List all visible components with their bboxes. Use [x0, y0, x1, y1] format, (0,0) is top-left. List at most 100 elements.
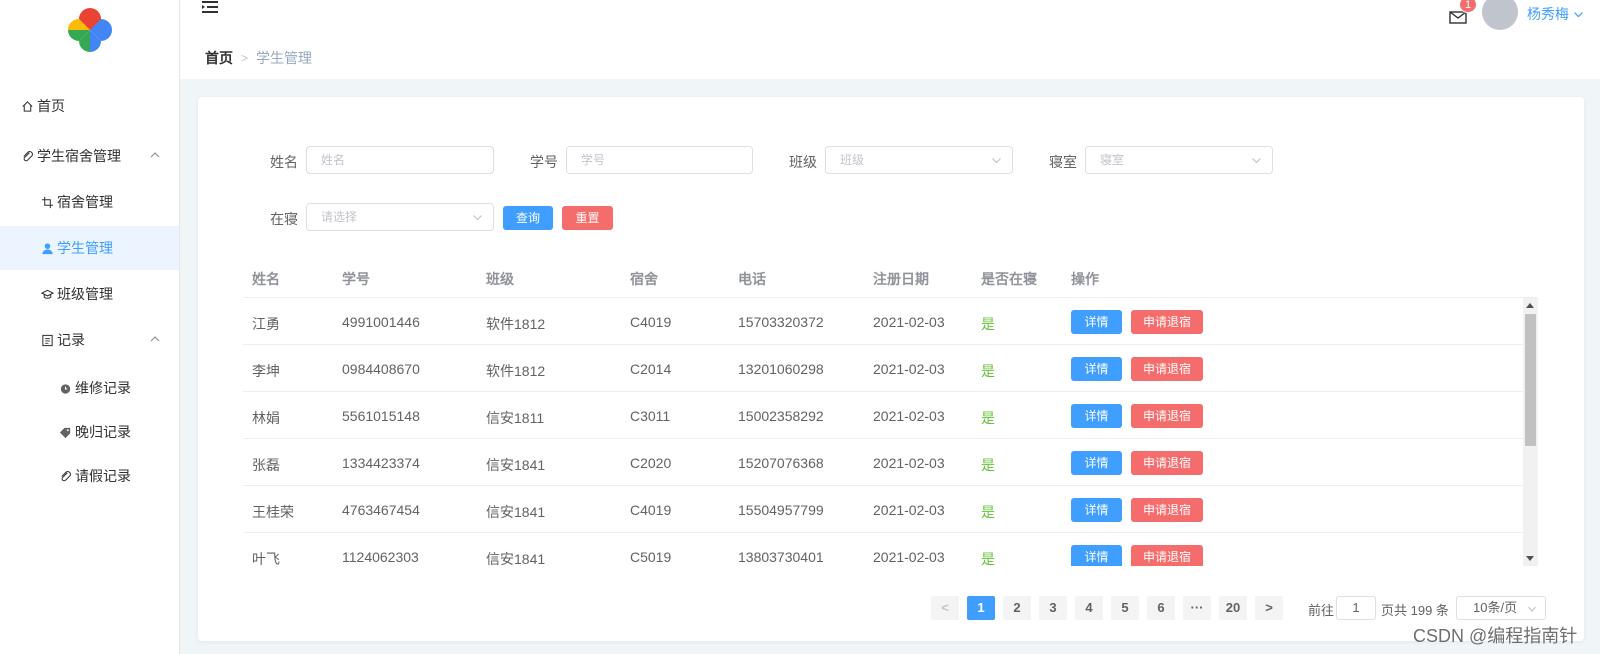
- cell-class: 信安1841: [486, 551, 546, 566]
- pagination-prev-button[interactable]: <: [931, 596, 959, 620]
- cell-dorm: C2014: [630, 361, 672, 377]
- username: 杨秀梅: [1527, 6, 1569, 22]
- cell-student-id: 4763467454: [342, 502, 420, 518]
- detail-button[interactable]: 详情: [1071, 404, 1122, 428]
- pagination-page[interactable]: 2: [1003, 596, 1031, 620]
- checkout-button[interactable]: 申请退宿: [1131, 545, 1203, 566]
- table-header: 姓名 学号 班级 宿舍 电话 注册日期 是否在寝 操作: [243, 256, 1538, 298]
- id-filter-label: 学号: [530, 154, 558, 170]
- scroll-down-arrow-icon[interactable]: [1526, 556, 1534, 561]
- pagination-goto-prefix: 前往: [1308, 603, 1335, 618]
- present-filter-select[interactable]: 请选择: [306, 203, 494, 231]
- sidebar-item-label: 学生宿舍管理: [37, 148, 121, 164]
- cell-phone: 15703320372: [738, 314, 824, 330]
- chevron-down-icon: [1528, 606, 1536, 612]
- avatar[interactable]: [1482, 0, 1518, 30]
- pagination-page[interactable]: 20: [1219, 596, 1247, 620]
- detail-button[interactable]: 详情: [1071, 451, 1122, 475]
- pagination-page[interactable]: 5: [1111, 596, 1139, 620]
- pagination-page[interactable]: 6: [1147, 596, 1175, 620]
- alarm-icon: [58, 381, 72, 395]
- cell-class: 信安1811: [486, 410, 545, 426]
- class-filter-placeholder: 班级: [840, 153, 865, 167]
- breadcrumb-current: 学生管理: [256, 50, 313, 66]
- name-filter-placeholder: 姓名: [321, 153, 346, 167]
- sidebar-item-label: 学生管理: [57, 240, 113, 256]
- detail-button[interactable]: 详情: [1071, 498, 1122, 522]
- cell-dorm: C5019: [630, 549, 672, 565]
- sidebar-item-repair-records[interactable]: 维修记录: [0, 366, 179, 410]
- name-filter-input[interactable]: 姓名: [306, 146, 494, 174]
- cell-name: 张磊: [252, 457, 280, 473]
- cell-in-dorm: 是: [981, 316, 995, 332]
- cell-register-date: 2021-02-03: [873, 314, 945, 330]
- detail-button[interactable]: 详情: [1071, 310, 1122, 334]
- room-filter-placeholder: 寝室: [1100, 153, 1125, 167]
- present-filter-label: 在寝: [270, 211, 298, 227]
- cell-in-dorm: 是: [981, 363, 995, 379]
- table-row: 王桂荣 4763467454 信安1841 C4019 15504957799 …: [243, 486, 1523, 533]
- graduation-icon: [40, 287, 54, 301]
- sidebar-item-late-return-records[interactable]: 晚归记录: [0, 410, 179, 454]
- cell-student-id: 0984408670: [342, 361, 420, 377]
- sidebar-item-label: 维修记录: [75, 380, 131, 396]
- chevron-up-icon: [150, 152, 160, 158]
- detail-button[interactable]: 详情: [1071, 357, 1122, 381]
- cell-dorm: C4019: [630, 502, 672, 518]
- column-header-in-dorm: 是否在寝: [981, 271, 1037, 287]
- watermark-text: CSDN @编程指南针: [1413, 626, 1578, 646]
- pagination-page[interactable]: 4: [1075, 596, 1103, 620]
- scroll-thumb[interactable]: [1525, 314, 1536, 446]
- sidebar-item-classes[interactable]: 班级管理: [0, 272, 179, 316]
- detail-button[interactable]: 详情: [1071, 545, 1122, 566]
- breadcrumb-home[interactable]: 首页: [205, 48, 233, 68]
- pagination-next-button[interactable]: >: [1255, 596, 1283, 620]
- checkout-button[interactable]: 申请退宿: [1131, 310, 1203, 334]
- notification-badge: 1: [1459, 0, 1478, 13]
- table-row: 张磊 1334423374 信安1841 C2020 15207076368 2…: [243, 439, 1523, 486]
- cell-register-date: 2021-02-03: [873, 361, 945, 377]
- cell-name: 李坤: [252, 363, 280, 379]
- cell-register-date: 2021-02-03: [873, 455, 945, 471]
- class-filter-select[interactable]: 班级: [825, 146, 1013, 174]
- cell-student-id: 4991001446: [342, 314, 420, 330]
- checkout-button[interactable]: 申请退宿: [1131, 451, 1203, 475]
- user-menu[interactable]: 杨秀梅: [1527, 4, 1584, 24]
- crop-icon: [40, 195, 54, 209]
- menu-fold-icon[interactable]: [201, 0, 219, 16]
- query-button[interactable]: 查询: [503, 206, 553, 230]
- checkout-button[interactable]: 申请退宿: [1131, 498, 1203, 522]
- pagination-ellipsis[interactable]: ···: [1183, 596, 1211, 620]
- cell-register-date: 2021-02-03: [873, 549, 945, 565]
- chevron-down-icon: [473, 215, 482, 221]
- reset-button[interactable]: 重置: [562, 206, 613, 230]
- pagination-goto-input[interactable]: 1: [1336, 596, 1376, 620]
- cell-name: 王桂荣: [252, 504, 294, 520]
- cell-class: 软件1812: [486, 363, 546, 379]
- sidebar-item-dorm-management[interactable]: 学生宿舍管理: [0, 134, 179, 178]
- page-size-select[interactable]: 10条/页: [1456, 596, 1546, 620]
- checkout-button[interactable]: 申请退宿: [1131, 404, 1203, 428]
- scroll-up-arrow-icon[interactable]: [1526, 303, 1534, 308]
- id-filter-input[interactable]: 学号: [566, 146, 753, 174]
- table-row: 江勇 4991001446 软件1812 C4019 15703320372 2…: [243, 298, 1523, 345]
- cell-register-date: 2021-02-03: [873, 408, 945, 424]
- sidebar-item-dormitory[interactable]: 宿舍管理: [0, 180, 179, 224]
- checkout-button[interactable]: 申请退宿: [1131, 357, 1203, 381]
- pinwheel-logo-icon: [68, 8, 112, 52]
- sidebar-item-students[interactable]: 学生管理: [0, 226, 179, 270]
- sidebar-item-home[interactable]: 首页: [0, 84, 179, 128]
- sidebar-item-label: 班级管理: [57, 286, 113, 302]
- table-scrollbar[interactable]: [1523, 298, 1538, 566]
- paperclip-icon: [20, 149, 34, 163]
- cell-phone: 15207076368: [738, 455, 824, 471]
- pagination-page[interactable]: 3: [1039, 596, 1067, 620]
- pagination-page[interactable]: 1: [967, 596, 995, 620]
- sidebar-item-records[interactable]: 记录: [0, 318, 179, 362]
- cell-phone: 15504957799: [738, 502, 824, 518]
- sidebar-item-leave-records[interactable]: 请假记录: [0, 454, 179, 498]
- room-filter-select[interactable]: 寝室: [1085, 146, 1273, 174]
- table-row: 叶飞 1124062303 信安1841 C5019 13803730401 2…: [243, 533, 1523, 566]
- cell-phone: 15002358292: [738, 408, 824, 424]
- cell-in-dorm: 是: [981, 457, 995, 473]
